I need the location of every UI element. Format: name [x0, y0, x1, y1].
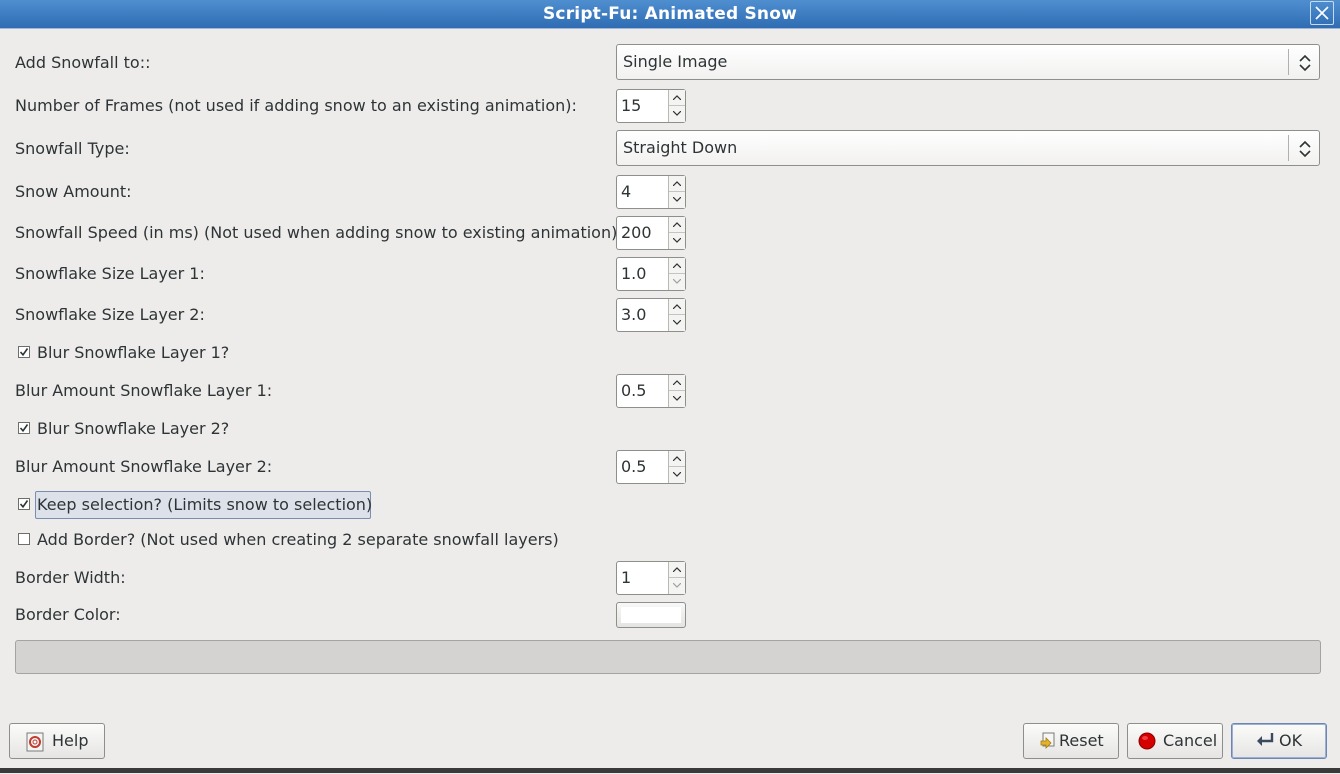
snowfall-type-label: Snowfall Type: — [15, 139, 130, 158]
number-of-frames-label: Number of Frames (not used if adding sno… — [15, 96, 577, 115]
help-icon — [26, 732, 44, 752]
combo-separator — [1288, 135, 1289, 161]
add-snowfall-to-value: Single Image — [623, 52, 728, 71]
combo-separator — [1288, 49, 1289, 75]
reset-label: Reset — [1059, 731, 1104, 750]
checkmark-icon — [19, 500, 29, 509]
flake-size-1-spinner[interactable]: 1.0 — [616, 257, 686, 291]
blur-amount-1-value: 0.5 — [621, 381, 647, 400]
spin-down-button[interactable] — [669, 192, 685, 208]
close-icon — [1315, 6, 1329, 20]
enter-key-icon — [1257, 733, 1274, 746]
border-width-label: Border Width: — [15, 568, 126, 587]
blur-layer-1-checkbox[interactable] — [18, 346, 30, 358]
chevron-up-icon — [673, 222, 681, 227]
spin-up-button[interactable] — [669, 90, 685, 106]
flake-size-2-spinner[interactable]: 3.0 — [616, 298, 686, 332]
border-width-value: 1 — [621, 568, 632, 587]
combo-arrows-icon — [1299, 140, 1311, 158]
flake-size-2-label: Snowflake Size Layer 2: — [15, 305, 205, 324]
flake-size-2-value: 3.0 — [621, 305, 647, 324]
spin-up-button[interactable] — [669, 451, 685, 467]
close-button[interactable] — [1310, 1, 1334, 25]
color-swatch — [621, 607, 681, 623]
cancel-label: Cancel — [1163, 731, 1218, 750]
spin-down-button[interactable] — [669, 274, 685, 290]
chevron-up-icon — [673, 380, 681, 385]
flake-size-1-value: 1.0 — [621, 264, 647, 283]
blur-amount-2-value: 0.5 — [621, 457, 647, 476]
snowfall-speed-value: 200 — [621, 223, 652, 242]
blur-amount-2-spinner[interactable]: 0.5 — [616, 450, 686, 484]
blur-amount-1-label: Blur Amount Snowflake Layer 1: — [15, 381, 273, 400]
chevron-down-icon — [673, 279, 681, 284]
chevron-up-icon — [673, 304, 681, 309]
spin-up-button[interactable] — [669, 176, 685, 192]
progress-bar — [15, 640, 1321, 674]
reset-button[interactable]: Reset — [1023, 723, 1119, 759]
chevron-down-icon — [673, 320, 681, 325]
border-color-button[interactable] — [616, 602, 686, 628]
spin-down-button[interactable] — [669, 106, 685, 122]
number-of-frames-spinner[interactable]: 15 — [616, 89, 686, 123]
chevron-up-icon — [673, 567, 681, 572]
spin-up-button[interactable] — [669, 217, 685, 233]
chevron-up-icon — [673, 456, 681, 461]
blur-amount-2-label: Blur Amount Snowflake Layer 2: — [15, 457, 273, 476]
window-bottom-edge — [0, 768, 1340, 773]
title-bar: Script-Fu: Animated Snow — [0, 0, 1340, 28]
spin-up-button[interactable] — [669, 299, 685, 315]
number-of-frames-value: 15 — [621, 96, 642, 115]
chevron-up-icon — [673, 263, 681, 268]
checkmark-icon — [19, 348, 29, 357]
spin-down-button[interactable] — [669, 467, 685, 483]
keep-selection-label[interactable]: Keep selection? (Limits snow to selectio… — [37, 495, 372, 515]
add-border-label[interactable]: Add Border? (Not used when creating 2 se… — [37, 530, 559, 550]
snow-amount-value: 4 — [621, 182, 632, 201]
snowfall-speed-spinner[interactable]: 200 — [616, 216, 686, 250]
border-color-label: Border Color: — [15, 605, 121, 624]
ok-label: OK — [1279, 731, 1303, 750]
chevron-up-icon — [673, 181, 681, 186]
flake-size-1-label: Snowflake Size Layer 1: — [15, 264, 205, 283]
blur-layer-2-checkbox[interactable] — [18, 422, 30, 434]
chevron-down-icon — [673, 197, 681, 202]
cancel-button[interactable]: Cancel — [1127, 723, 1223, 759]
snowfall-speed-label: Snowfall Speed (in ms) (Not used when ad… — [15, 223, 623, 242]
snowfall-type-value: Straight Down — [623, 138, 738, 157]
combo-arrows-icon — [1299, 54, 1311, 72]
help-label: Help — [52, 731, 89, 750]
border-width-spinner[interactable]: 1 — [616, 561, 686, 595]
blur-layer-2-label[interactable]: Blur Snowflake Layer 2? — [37, 419, 229, 439]
chevron-down-icon — [673, 583, 681, 588]
add-border-checkbox[interactable] — [18, 533, 30, 545]
chevron-down-icon — [673, 238, 681, 243]
spin-down-button[interactable] — [669, 578, 685, 594]
spin-up-button[interactable] — [669, 375, 685, 391]
spin-up-button[interactable] — [669, 562, 685, 578]
window-title: Script-Fu: Animated Snow — [542, 4, 797, 24]
chevron-up-icon — [673, 95, 681, 100]
help-button[interactable]: Help — [9, 723, 105, 759]
chevron-down-icon — [673, 111, 681, 116]
ok-button[interactable]: OK — [1231, 723, 1327, 759]
snowfall-type-combo[interactable]: Straight Down — [616, 130, 1320, 166]
spin-down-button[interactable] — [669, 391, 685, 407]
spin-down-button[interactable] — [669, 233, 685, 249]
chevron-down-icon — [673, 472, 681, 477]
chevron-down-icon — [673, 396, 681, 401]
blur-layer-1-label[interactable]: Blur Snowflake Layer 1? — [37, 343, 229, 363]
snow-amount-spinner[interactable]: 4 — [616, 175, 686, 209]
keep-selection-checkbox[interactable] — [18, 498, 30, 510]
add-snowfall-to-label: Add Snowfall to:: — [15, 53, 151, 72]
blur-amount-1-spinner[interactable]: 0.5 — [616, 374, 686, 408]
snow-amount-label: Snow Amount: — [15, 182, 132, 201]
cancel-icon — [1138, 732, 1156, 750]
reset-icon — [1040, 732, 1055, 749]
checkmark-icon — [19, 424, 29, 433]
spin-up-button[interactable] — [669, 258, 685, 274]
spin-down-button[interactable] — [669, 315, 685, 331]
add-snowfall-to-combo[interactable]: Single Image — [616, 44, 1320, 80]
